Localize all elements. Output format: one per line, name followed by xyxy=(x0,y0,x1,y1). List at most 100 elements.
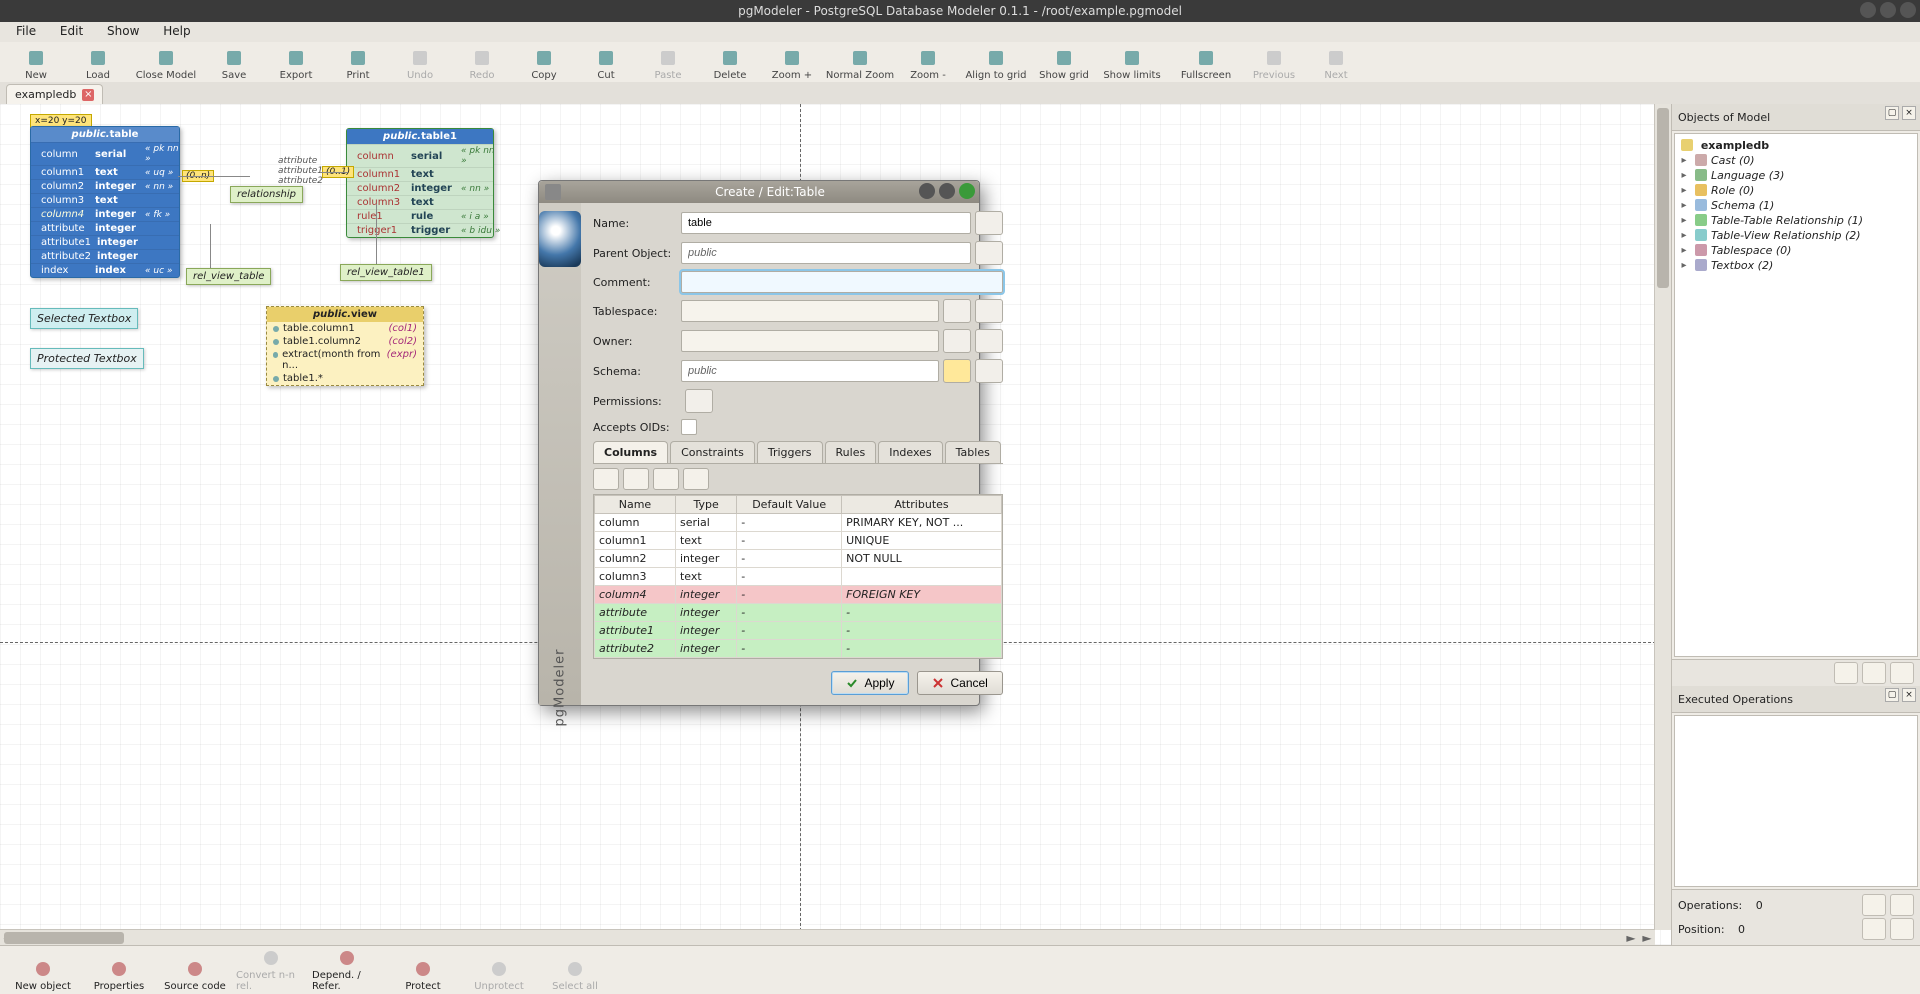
schema-clear-button[interactable] xyxy=(975,359,1003,383)
name-input[interactable] xyxy=(681,212,971,234)
bottom-properties-button[interactable]: Properties xyxy=(84,948,154,992)
toolbar-load-button[interactable]: Load xyxy=(68,43,128,81)
table-row[interactable]: indexindex« uc » xyxy=(31,263,179,277)
toolbar-copy-button[interactable]: Copy xyxy=(514,43,574,81)
col-remove-button[interactable] xyxy=(623,468,649,490)
toolbar-save-button[interactable]: Save xyxy=(204,43,264,81)
document-tab[interactable]: exampledb × xyxy=(6,84,103,104)
comment-input[interactable] xyxy=(681,271,1003,293)
objects-tree[interactable]: exampledb ▸Cast (0)▸Language (3)▸Role (0… xyxy=(1674,133,1918,657)
dialog-tab-columns[interactable]: Columns xyxy=(593,441,668,463)
canvas-scrollbar-vertical[interactable] xyxy=(1654,104,1671,930)
window-minimize-icon[interactable] xyxy=(1860,2,1876,18)
tree-item[interactable]: ▸Language (3) xyxy=(1677,168,1915,183)
exec-first-button[interactable] xyxy=(1862,918,1886,940)
dialog-tab-rules[interactable]: Rules xyxy=(825,441,877,463)
table-row[interactable]: attributeinteger xyxy=(31,221,179,235)
relationship-label[interactable]: relationship xyxy=(230,186,303,203)
tree-item[interactable]: ▸Tablespace (0) xyxy=(1677,243,1915,258)
bottom-protect-button[interactable]: Protect xyxy=(388,948,458,992)
bottom-depend-refer--button[interactable]: Depend. / Refer. xyxy=(312,948,382,992)
close-tab-icon[interactable]: × xyxy=(82,89,94,101)
exec-undo-button[interactable] xyxy=(1862,894,1886,916)
menu-file[interactable]: File xyxy=(6,22,46,40)
bottom-new-object-button[interactable]: New object xyxy=(8,948,78,992)
tree-item[interactable]: ▸Table-Table Relationship (1) xyxy=(1677,213,1915,228)
dialog-titlebar[interactable]: Create / Edit:Table xyxy=(539,181,979,203)
table-row[interactable]: column3text xyxy=(347,195,493,209)
column-row[interactable]: attribute2integer-- xyxy=(595,640,1002,658)
bottom-source-code-button[interactable]: Source code xyxy=(160,948,230,992)
table-row[interactable]: attribute2integer xyxy=(31,249,179,263)
dialog-tab-indexes[interactable]: Indexes xyxy=(878,441,942,463)
textbox-protected[interactable]: Protected Textbox xyxy=(30,348,144,369)
toolbar-show-grid-button[interactable]: Show grid xyxy=(1034,43,1094,81)
table-row[interactable]: attribute1integer xyxy=(31,235,179,249)
column-row[interactable]: column3text- xyxy=(595,568,1002,586)
toolbar-export-button[interactable]: Export xyxy=(266,43,326,81)
tablespace-pick-button[interactable] xyxy=(943,299,971,323)
toolbar-cut-button[interactable]: Cut xyxy=(576,43,636,81)
accepts-oids-checkbox[interactable] xyxy=(681,419,697,435)
column-row[interactable]: columnserial-PRIMARY KEY, NOT ... xyxy=(595,514,1002,532)
schema-input[interactable] xyxy=(681,360,939,382)
col-add-button[interactable] xyxy=(593,468,619,490)
tree-item[interactable]: ▸Role (0) xyxy=(1677,183,1915,198)
panel-close-icon[interactable]: × xyxy=(1902,106,1916,120)
owner-pick-button[interactable] xyxy=(943,329,971,353)
scroll-right2-icon[interactable]: ► xyxy=(1639,930,1655,946)
permissions-edit-button[interactable] xyxy=(685,389,713,413)
toolbar-new-button[interactable]: New xyxy=(6,43,66,81)
dialog-tab-constraints[interactable]: Constraints xyxy=(670,441,755,463)
rel-view-table-label[interactable]: rel_view_table xyxy=(186,268,271,285)
parent-picker-button[interactable] xyxy=(975,241,1003,265)
toolbar-print-button[interactable]: Print xyxy=(328,43,388,81)
table-row[interactable]: rule1rule« i a » xyxy=(347,209,493,223)
toolbar-zoom--button[interactable]: Zoom + xyxy=(762,43,822,81)
dialog-maximize-icon[interactable] xyxy=(939,183,955,199)
tree-tool-3[interactable] xyxy=(1890,662,1914,684)
table-row[interactable]: column2integer« nn » xyxy=(347,181,493,195)
dialog-tab-tables[interactable]: Tables xyxy=(945,441,1001,463)
table-row[interactable]: columnserial« pk nn » xyxy=(347,144,493,167)
toolbar-delete-button[interactable]: Delete xyxy=(700,43,760,81)
menu-help[interactable]: Help xyxy=(153,22,200,40)
textbox-selected[interactable]: Selected Textbox xyxy=(30,308,138,329)
view-row[interactable]: table.column1(col1) xyxy=(267,322,423,335)
toolbar-normal-zoom-button[interactable]: Normal Zoom xyxy=(824,43,896,81)
table-row[interactable]: column2integer« nn » xyxy=(31,179,179,193)
toolbar-show-limits-button[interactable]: Show limits xyxy=(1096,43,1168,81)
toolbar-align-to-grid-button[interactable]: Align to grid xyxy=(960,43,1032,81)
panel-collapse-icon[interactable]: ▢ xyxy=(1885,106,1899,120)
exec-last-button[interactable] xyxy=(1890,918,1914,940)
exec-redo-button[interactable] xyxy=(1890,894,1914,916)
dialog-minimize-icon[interactable] xyxy=(919,183,935,199)
tree-item[interactable]: ▸Schema (1) xyxy=(1677,198,1915,213)
diagram-view-public-view[interactable]: public.view table.column1(col1)table1.co… xyxy=(266,306,424,386)
col-edit-button[interactable] xyxy=(653,468,679,490)
name-icon-picker[interactable] xyxy=(975,211,1003,235)
col-header-type[interactable]: Type xyxy=(675,496,736,514)
column-row[interactable]: attribute1integer-- xyxy=(595,622,1002,640)
tree-tool-1[interactable] xyxy=(1834,662,1858,684)
view-row[interactable]: extract(month from n...(expr) xyxy=(267,348,423,372)
tree-tool-2[interactable] xyxy=(1862,662,1886,684)
table-row[interactable]: column4integer« fk » xyxy=(31,207,179,221)
parent-input[interactable] xyxy=(681,242,971,264)
column-row[interactable]: column1text-UNIQUE xyxy=(595,532,1002,550)
owner-input[interactable] xyxy=(681,330,939,352)
owner-clear-button[interactable] xyxy=(975,329,1003,353)
scroll-right-icon[interactable]: ► xyxy=(1623,930,1639,946)
table-row[interactable]: column1text« uq » xyxy=(31,165,179,179)
panel-close-icon[interactable]: × xyxy=(1902,688,1916,702)
tree-item[interactable]: ▸Cast (0) xyxy=(1677,153,1915,168)
column-row[interactable]: column4integer-FOREIGN KEY xyxy=(595,586,1002,604)
toolbar-close-model-button[interactable]: Close Model xyxy=(130,43,202,81)
exec-list[interactable] xyxy=(1674,715,1918,887)
view-row[interactable]: table1.column2(col2) xyxy=(267,335,423,348)
menu-show[interactable]: Show xyxy=(97,22,149,40)
table-row[interactable]: trigger1trigger« b idu » xyxy=(347,223,493,237)
column-row[interactable]: attributeinteger-- xyxy=(595,604,1002,622)
col-header-name[interactable]: Name xyxy=(595,496,676,514)
apply-button[interactable]: Apply xyxy=(831,671,909,695)
